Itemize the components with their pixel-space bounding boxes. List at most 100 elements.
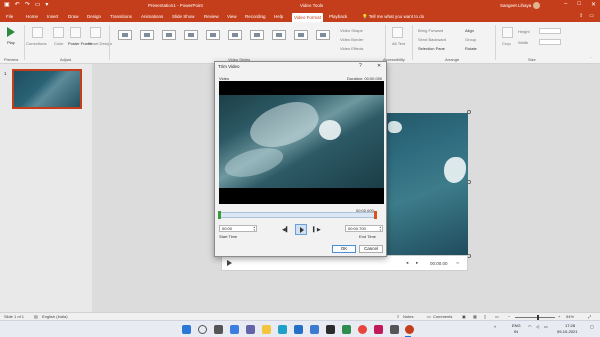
video-style-thumb[interactable] bbox=[272, 30, 286, 40]
wifi-icon[interactable]: ◠ bbox=[528, 324, 532, 329]
tab-transitions[interactable]: Transitions bbox=[109, 13, 133, 20]
previous-frame-icon[interactable]: ◀▍ bbox=[282, 227, 290, 233]
tab-insert[interactable]: Insert bbox=[46, 13, 59, 20]
back-icon[interactable]: ◂ bbox=[406, 260, 408, 266]
color-button[interactable]: Color bbox=[54, 41, 64, 46]
comments-icon[interactable]: ▭ bbox=[427, 314, 431, 319]
chrome-icon[interactable] bbox=[358, 325, 367, 334]
resize-handle[interactable] bbox=[467, 110, 471, 114]
volume-icon[interactable]: ◁ bbox=[536, 324, 539, 329]
task-view-icon[interactable] bbox=[214, 325, 223, 334]
end-marker-handle[interactable] bbox=[374, 211, 377, 219]
corrections-button[interactable]: Corrections bbox=[26, 41, 46, 46]
spinner-icon[interactable]: ▴ ▾ bbox=[379, 226, 381, 232]
widgets-icon[interactable] bbox=[230, 325, 239, 334]
battery-icon[interactable]: ▭ bbox=[544, 324, 548, 329]
chat-icon[interactable] bbox=[246, 325, 255, 334]
slide-thumbnail[interactable] bbox=[12, 69, 82, 109]
video-style-thumb[interactable] bbox=[162, 30, 176, 40]
app-icon[interactable] bbox=[374, 325, 383, 334]
file-explorer-icon[interactable] bbox=[262, 325, 271, 334]
customize-icon[interactable]: ▾ bbox=[45, 2, 48, 9]
tab-draw[interactable]: Draw bbox=[67, 13, 80, 20]
share-icon[interactable]: ⇪ bbox=[579, 13, 583, 19]
close-icon[interactable]: ✕ bbox=[377, 63, 381, 69]
redo-icon[interactable]: ↷ bbox=[25, 2, 30, 9]
mail-icon[interactable] bbox=[310, 325, 319, 334]
notes-button[interactable]: Notes bbox=[403, 314, 413, 319]
comments-icon[interactable]: ▭ bbox=[589, 13, 594, 19]
avatar[interactable] bbox=[533, 2, 540, 9]
search-icon[interactable] bbox=[198, 325, 207, 334]
comments-button[interactable]: Comments bbox=[433, 314, 452, 319]
media-app-icon[interactable] bbox=[326, 325, 335, 334]
spinner-icon[interactable]: ▴ ▾ bbox=[253, 226, 255, 232]
notification-icon[interactable]: ▢ bbox=[590, 324, 594, 329]
forward-icon[interactable]: ▸ bbox=[416, 260, 418, 266]
clock-date[interactable]: 09-10-2021 bbox=[557, 329, 577, 334]
language-status[interactable]: English (India) bbox=[42, 314, 68, 319]
normal-view-icon[interactable]: ▣ bbox=[462, 314, 466, 319]
ok-button[interactable]: OK bbox=[332, 245, 356, 253]
tab-help[interactable]: Help bbox=[273, 13, 284, 20]
zoom-slider[interactable] bbox=[515, 315, 555, 320]
trim-timeline[interactable] bbox=[218, 211, 377, 219]
clock-time[interactable]: 17:28 bbox=[565, 323, 575, 328]
video-style-thumb[interactable] bbox=[294, 30, 308, 40]
zoom-level[interactable]: 54% bbox=[566, 314, 574, 319]
undo-icon[interactable]: ↶ bbox=[15, 2, 20, 9]
rotate-button[interactable]: Rotate bbox=[465, 46, 477, 51]
crop-button[interactable]: Crop bbox=[502, 41, 511, 46]
video-style-thumb[interactable] bbox=[206, 30, 220, 40]
height-field[interactable] bbox=[539, 28, 561, 34]
save-icon[interactable]: ▣ bbox=[4, 2, 10, 9]
slide-sorter-icon[interactable]: ▦ bbox=[473, 314, 477, 319]
user-name[interactable]: Sangeet Lihaya bbox=[500, 3, 531, 8]
video-style-thumb[interactable] bbox=[250, 30, 264, 40]
group-button[interactable]: Group bbox=[465, 37, 476, 42]
send-backward-button[interactable]: Send Backward bbox=[418, 37, 446, 42]
alt-text-button[interactable]: Alt Text bbox=[392, 41, 405, 46]
tab-view[interactable]: View bbox=[226, 13, 238, 20]
width-field[interactable] bbox=[539, 39, 561, 45]
tab-video-format[interactable]: Video Format bbox=[292, 13, 323, 22]
start-icon[interactable] bbox=[182, 325, 191, 334]
language-bottom[interactable]: IN bbox=[514, 329, 518, 334]
tab-playback[interactable]: Playback bbox=[328, 13, 348, 20]
tab-design[interactable]: Design bbox=[86, 13, 102, 20]
close-button[interactable]: ✕ bbox=[591, 1, 596, 8]
video-style-thumb[interactable] bbox=[118, 30, 132, 40]
tab-slide-show[interactable]: Slide Show bbox=[171, 13, 196, 20]
video-shape-button[interactable]: Video Shape bbox=[340, 28, 363, 33]
powerpoint-icon[interactable] bbox=[405, 325, 414, 334]
slideshow-icon[interactable]: ▭ bbox=[495, 314, 499, 319]
selection-pane-button[interactable]: Selection Pane bbox=[418, 46, 445, 51]
video-style-thumb[interactable] bbox=[228, 30, 242, 40]
resize-handle[interactable] bbox=[467, 180, 471, 184]
tab-file[interactable]: File bbox=[5, 13, 14, 20]
fit-to-window-icon[interactable]: ⤢ bbox=[588, 314, 591, 319]
video-effects-button[interactable]: Video Effects bbox=[340, 46, 363, 51]
video-style-thumb[interactable] bbox=[316, 30, 330, 40]
app-icon[interactable] bbox=[390, 325, 399, 334]
video-style-thumb[interactable] bbox=[140, 30, 154, 40]
chevron-up-icon[interactable]: ˄ bbox=[494, 324, 496, 329]
start-time-field[interactable]: 00:00 ▴ ▾ bbox=[219, 225, 257, 232]
zoom-out-icon[interactable]: − bbox=[508, 314, 510, 319]
sheets-app-icon[interactable] bbox=[342, 325, 351, 334]
reading-view-icon[interactable]: ▯ bbox=[484, 314, 486, 319]
accessibility-icon[interactable]: ▤ bbox=[34, 314, 38, 319]
maximize-button[interactable]: □ bbox=[577, 1, 581, 8]
play-icon[interactable] bbox=[227, 260, 232, 266]
zoom-in-icon[interactable]: + bbox=[558, 314, 560, 319]
store-icon[interactable] bbox=[294, 325, 303, 334]
video-style-thumb[interactable] bbox=[184, 30, 198, 40]
video-on-slide[interactable] bbox=[383, 110, 471, 258]
collapse-ribbon-icon[interactable]: ˆ bbox=[590, 56, 591, 61]
language-top[interactable]: ENG bbox=[512, 323, 521, 328]
play-icon[interactable] bbox=[7, 27, 15, 37]
align-button[interactable]: Align bbox=[465, 28, 474, 33]
start-marker-handle[interactable] bbox=[218, 211, 221, 219]
bring-forward-button[interactable]: Bring Forward bbox=[418, 28, 443, 33]
tell-me-search[interactable]: 💡 Tell me what you want to do bbox=[362, 14, 424, 20]
